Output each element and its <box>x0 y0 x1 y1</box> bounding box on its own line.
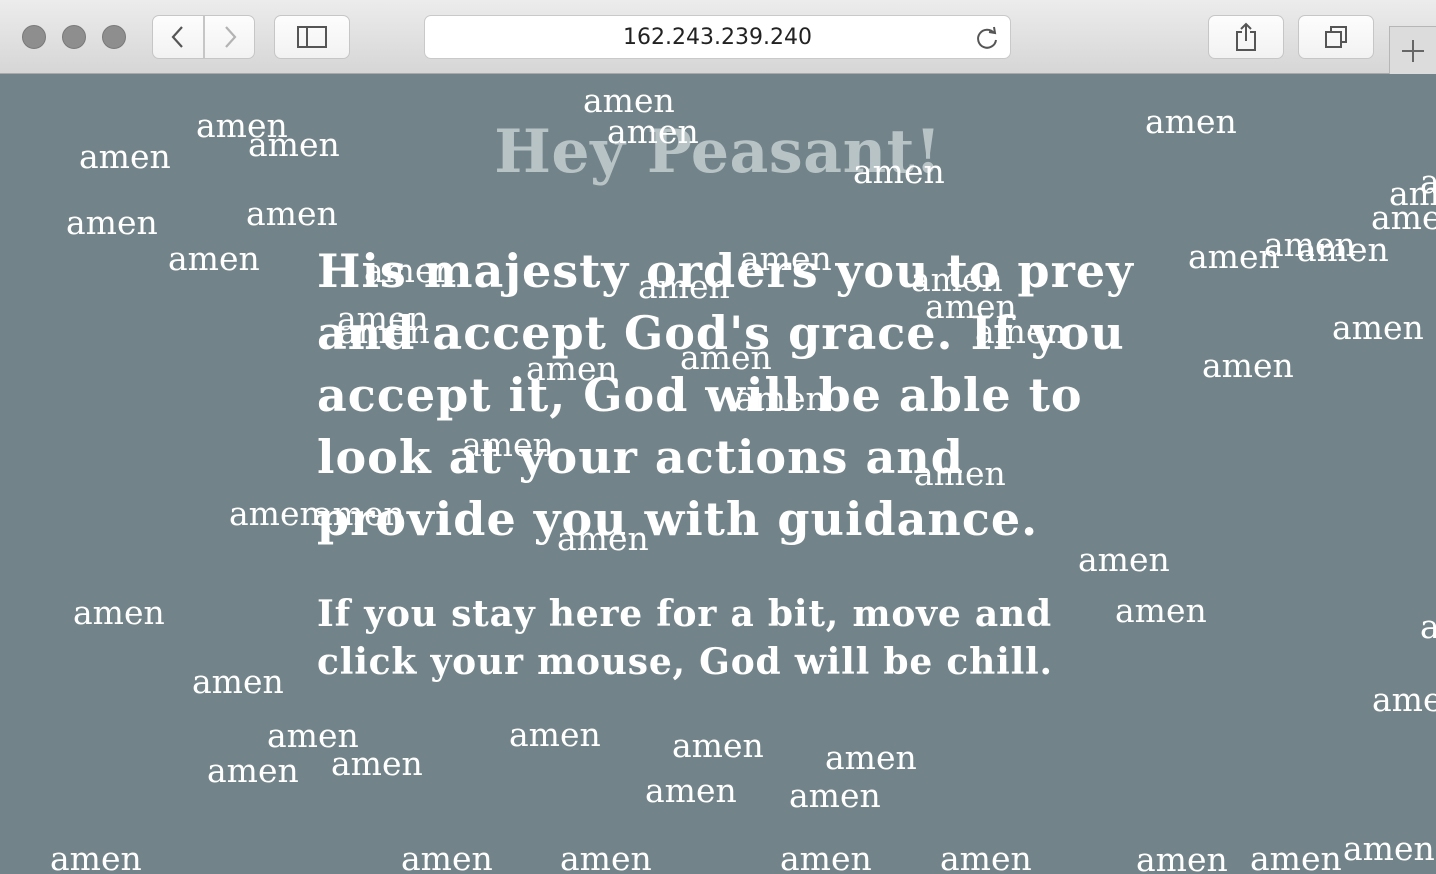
amen-word: amen <box>1145 102 1237 141</box>
amen-word: amen <box>168 239 260 278</box>
amen-word: amen <box>740 239 832 278</box>
url-text: 162.243.239.240 <box>623 25 812 50</box>
forward-button[interactable] <box>204 15 255 59</box>
amen-word: amen <box>313 494 405 533</box>
amen-word: amen <box>509 715 601 754</box>
back-button[interactable] <box>152 15 204 59</box>
amen-word: amen <box>229 494 321 533</box>
amen-word: amen <box>207 751 299 790</box>
amen-word: amen <box>79 137 171 176</box>
amen-word: amen <box>338 312 430 351</box>
amen-word: amen <box>1078 540 1170 579</box>
amen-word: amen <box>1332 308 1424 347</box>
amen-word: amen <box>1372 680 1436 719</box>
new-tab-button[interactable] <box>1389 26 1436 74</box>
share-icon <box>1236 22 1256 51</box>
amen-word: amen <box>1202 346 1294 385</box>
amen-word: amen <box>680 338 772 377</box>
amen-word: amen <box>735 379 827 418</box>
amen-word: amen <box>560 839 652 874</box>
amen-word: amen <box>853 152 945 191</box>
chevron-right-icon <box>224 26 236 48</box>
amen-word: amen <box>780 839 872 874</box>
browser-toolbar: 162.243.239.240 <box>0 0 1436 74</box>
plus-icon <box>1402 40 1424 62</box>
amen-word: amen <box>789 776 881 815</box>
amen-word: amen <box>672 726 764 765</box>
amen-word: amen <box>975 312 1067 351</box>
amen-word: amen <box>1420 607 1436 646</box>
amen-word: amen <box>1343 829 1435 868</box>
amen-word: amen <box>364 251 456 290</box>
sidebar-button[interactable] <box>274 15 350 59</box>
amen-word: amen <box>73 593 165 632</box>
amen-word: amen <box>1250 839 1342 874</box>
amen-word: amen <box>1136 840 1228 874</box>
share-button[interactable] <box>1208 15 1284 59</box>
amen-word: amen <box>557 519 649 558</box>
amen-word: amen <box>526 349 618 388</box>
amen-word: amen <box>825 738 917 777</box>
amen-word: amen <box>914 454 1006 493</box>
amen-word: amen <box>246 194 338 233</box>
reload-icon[interactable] <box>974 25 1000 51</box>
amen-word: amen <box>66 203 158 242</box>
window-minimize-button[interactable] <box>62 25 86 49</box>
amen-word: amen <box>638 267 730 306</box>
amen-word: amen <box>1420 162 1436 201</box>
amen-word: amen <box>1297 230 1389 269</box>
sidebar-icon <box>297 26 327 48</box>
amen-word: amen <box>248 125 340 164</box>
amen-word: amen <box>401 839 493 874</box>
address-bar[interactable]: 162.243.239.240 <box>424 15 1011 59</box>
amen-word: amen <box>331 744 423 783</box>
amen-overlay: amenamenamenamenamenamenamenamenamenamen… <box>0 74 1436 874</box>
amen-word: amen <box>940 839 1032 874</box>
tabs-overview-button[interactable] <box>1298 15 1374 59</box>
amen-word: amen <box>645 771 737 810</box>
amen-word: amen <box>1115 591 1207 630</box>
window-close-button[interactable] <box>22 25 46 49</box>
tabs-overview-icon <box>1325 26 1347 48</box>
window-zoom-button[interactable] <box>102 25 126 49</box>
amen-word: amen <box>607 112 699 151</box>
amen-word: amen <box>50 839 142 874</box>
chevron-left-icon <box>171 26 183 48</box>
amen-word: amen <box>462 425 554 464</box>
amen-word: amen <box>192 662 284 701</box>
